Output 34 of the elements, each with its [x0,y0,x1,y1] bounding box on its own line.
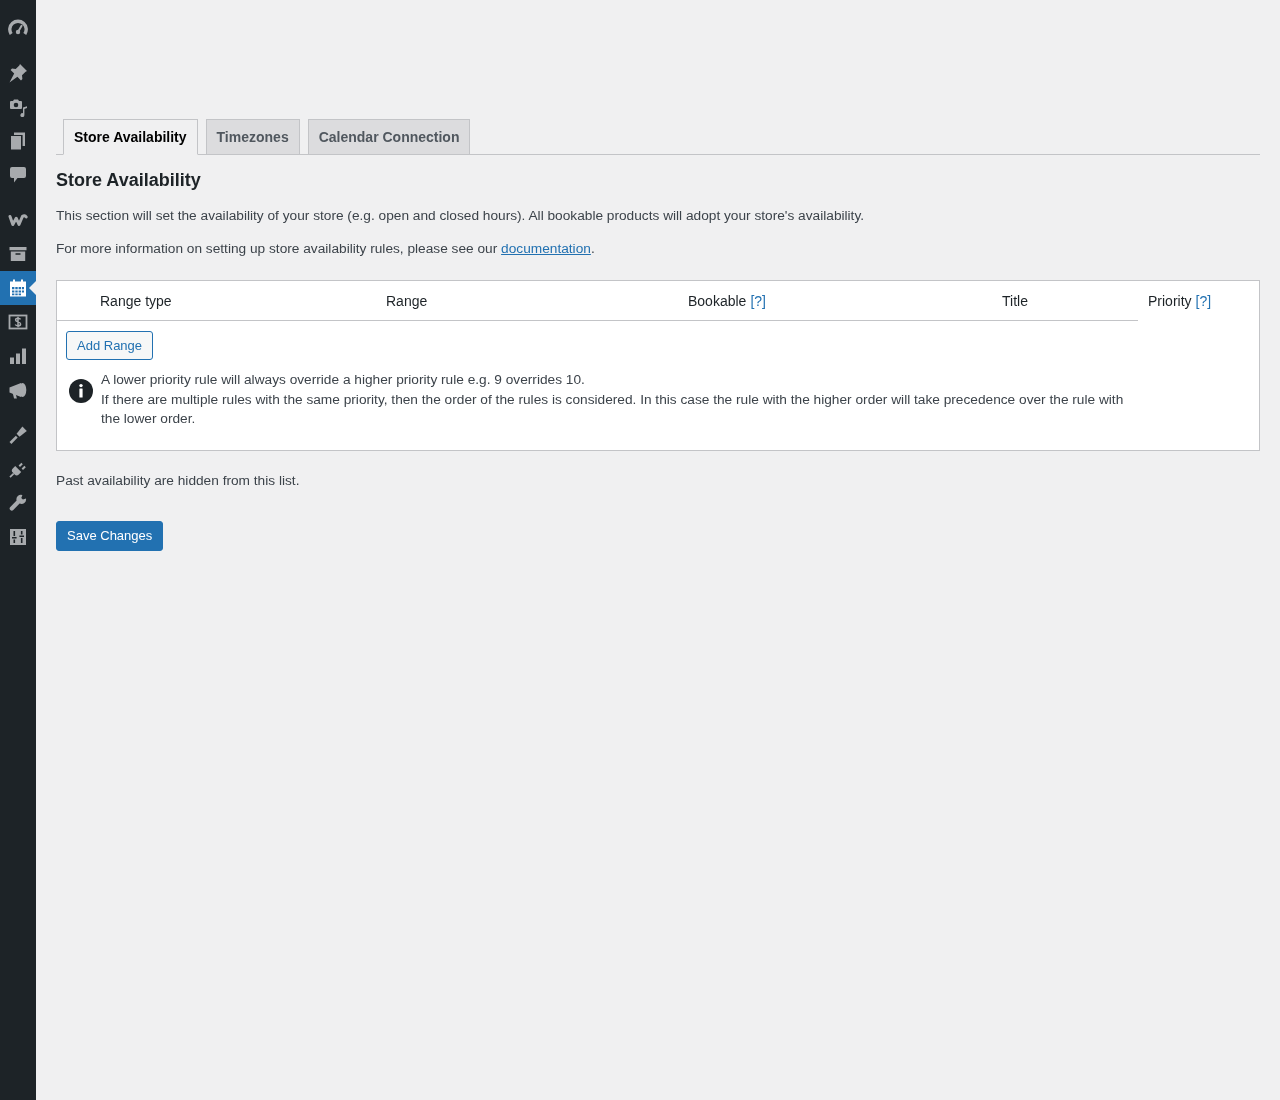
save-button[interactable]: Save Changes [56,521,164,551]
menu-item[interactable] [0,271,36,305]
help-link[interactable]: [?] [1195,292,1212,309]
info-icon [69,379,93,403]
column-header: Range [386,292,428,309]
pages-icon [8,131,28,151]
pushpin-icon [8,63,28,83]
section-heading: Store Availability [56,169,202,192]
note-text: If there are multiple rules with the same priority, then the order of the rules is considered. In this case the rule with the higher order will take precedence over the rule with the lower order. [101,390,1125,428]
wrench-icon [8,493,28,513]
add-range-button[interactable]: Add Range [66,331,154,360]
column-header: Range type [100,292,172,309]
megaphone-icon [8,380,28,400]
pointer-notch-icon [29,281,36,295]
speech-bubble-icon [8,165,28,185]
tab[interactable]: Timezones [205,119,300,155]
description-text: This section will set the availability of your store (e.g. open and closed hours). All bookable products will adopt your store's availability. [56,207,866,225]
column-header: Bookable [688,292,747,309]
archive-box-icon [8,244,28,264]
sliders-icon [8,527,28,547]
info-paragraph: For more information on setting up store availability rules, please see our documentation. [56,239,596,258]
footnote-text: Past availability are hidden from this list. [56,471,301,490]
note-text: A lower priority rule will always override a higher priority rule e.g. 9 overrides 10. [101,371,586,389]
calendar-icon [8,278,28,298]
documentation-link[interactable]: documentation [501,240,591,256]
bar-chart-icon [8,346,28,366]
tab[interactable]: Store Availability [63,119,198,155]
camera-music-icon [8,97,28,117]
help-link[interactable]: [?] [750,292,766,309]
tab[interactable]: Calendar Connection [307,119,471,155]
column-header: Priority [1148,292,1192,309]
column-header: Title [1002,292,1028,309]
banknote-icon [8,312,28,332]
paintbrush-icon [8,425,28,445]
